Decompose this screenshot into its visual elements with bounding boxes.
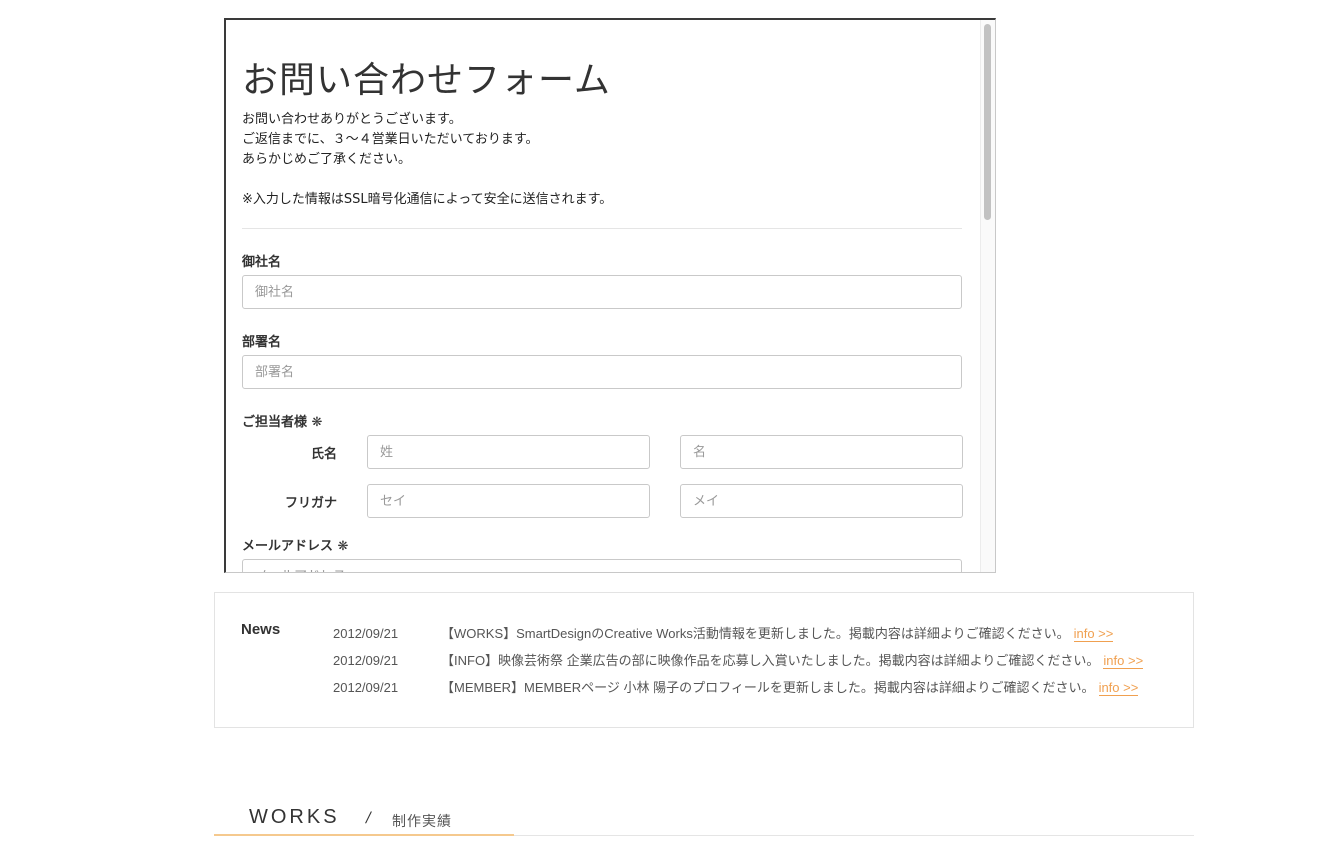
name-row: 氏名 [242, 435, 963, 469]
news-item: 2012/09/21 【WORKS】SmartDesignのCreative Wo… [333, 623, 1114, 642]
works-heading: WORKS / 制作実績 [214, 800, 1194, 838]
company-label: 御社名 [242, 255, 282, 270]
works-title: WORKS [249, 806, 340, 828]
news-item: 2012/09/21 【MEMBER】MEMBERページ 小林 陽子のプロフィール… [333, 677, 1139, 696]
news-title: News [241, 621, 281, 638]
intro-line: あらかじめご了承ください。 [242, 152, 412, 167]
kana-label: フリガナ [284, 496, 337, 511]
name-label: 氏名 [310, 447, 337, 462]
contact-person-label: ご担当者様 ❋ [242, 415, 323, 430]
news-section: News 2012/09/21 【WORKS】SmartDesignのCreati… [214, 592, 1194, 728]
works-accent-line [214, 834, 514, 836]
ssl-note: ※入力した情報はSSL暗号化通信によって安全に送信されます。 [242, 192, 613, 207]
contact-form: お問い合わせフォーム お問い合わせありがとうございます。 ご返信までに、３〜４営… [242, 56, 963, 572]
intro-line: ご返信までに、３〜４営業日いただいております。 [242, 132, 539, 147]
scrollbar-thumb[interactable] [984, 24, 991, 220]
news-info-link[interactable]: info >> [1073, 626, 1114, 642]
email-label: メールアドレス ❋ [242, 539, 349, 554]
news-text: 【WORKS】SmartDesignのCreative Works活動情報を更新… [441, 626, 1070, 641]
last-kana-input[interactable] [367, 484, 650, 518]
email-input[interactable] [242, 559, 962, 572]
kana-row: フリガナ [242, 484, 963, 518]
first-name-input[interactable] [680, 435, 963, 469]
form-divider [242, 228, 962, 229]
news-date: 2012/09/21 [333, 680, 399, 695]
form-title: お問い合わせフォーム [242, 60, 611, 101]
works-subtitle: 制作実績 [392, 814, 452, 830]
company-input[interactable] [242, 275, 962, 309]
news-date: 2012/09/21 [333, 626, 399, 641]
intro-line: お問い合わせありがとうございます。 [242, 112, 462, 127]
news-text: 【MEMBER】MEMBERページ 小林 陽子のプロフィールを更新しました。掲載… [441, 680, 1095, 695]
department-input[interactable] [242, 355, 962, 389]
first-kana-input[interactable] [680, 484, 963, 518]
news-info-link[interactable]: info >> [1098, 680, 1139, 696]
works-separator: / [366, 810, 371, 826]
news-info-link[interactable]: info >> [1103, 653, 1144, 669]
news-item: 2012/09/21 【INFO】映像芸術祭 企業広告の部に映像作品を応募し入賞い… [333, 650, 1144, 669]
last-name-input[interactable] [367, 435, 650, 469]
news-text: 【INFO】映像芸術祭 企業広告の部に映像作品を応募し入賞いたしました。掲載内容… [441, 653, 1100, 668]
department-label: 部署名 [242, 335, 282, 350]
contact-form-frame[interactable]: お問い合わせフォーム お問い合わせありがとうございます。 ご返信までに、３〜４営… [224, 18, 996, 573]
form-intro: お問い合わせありがとうございます。 ご返信までに、３〜４営業日いただいております… [242, 110, 962, 210]
form-scrollbar[interactable] [980, 20, 995, 572]
news-date: 2012/09/21 [333, 653, 399, 668]
